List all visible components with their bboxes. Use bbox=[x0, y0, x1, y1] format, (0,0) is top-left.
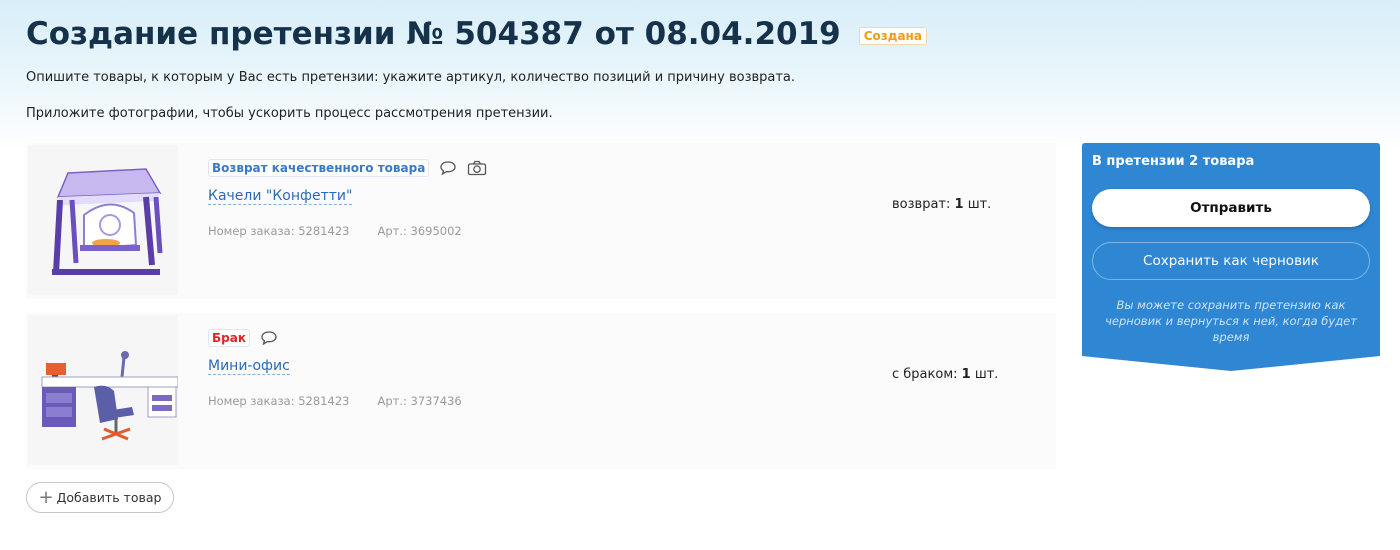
item-tags: Брак bbox=[208, 329, 278, 347]
article-number: Арт.: 3695002 bbox=[377, 224, 462, 238]
camera-icon[interactable] bbox=[467, 160, 487, 176]
instruction-text: Опишите товары, к которым у Вас есть пре… bbox=[26, 70, 796, 85]
save-draft-button[interactable]: Сохранить как черновик bbox=[1092, 242, 1370, 280]
product-image-office bbox=[28, 315, 178, 465]
draft-note: Вы можете сохранить претензию как чернов… bbox=[1105, 298, 1357, 344]
article-number: Арт.: 3737436 bbox=[377, 394, 462, 408]
add-item-button[interactable]: + Добавить товар bbox=[26, 482, 174, 513]
claim-item: Брак Мини-офис Номер заказа: 5281423 Арт… bbox=[26, 313, 1056, 469]
quantity-unit: шт. bbox=[974, 367, 999, 382]
page-title: Создание претензии № 504387 от 08.04.201… bbox=[26, 16, 841, 52]
add-item-label: Добавить товар bbox=[56, 490, 162, 505]
item-tags: Возврат качественного товара bbox=[208, 159, 487, 177]
item-meta: Номер заказа: 5281423 Арт.: 3695002 bbox=[208, 224, 462, 238]
status-badge: Создана bbox=[858, 27, 927, 45]
comment-icon[interactable] bbox=[439, 160, 457, 176]
item-meta: Номер заказа: 5281423 Арт.: 3737436 bbox=[208, 394, 462, 408]
quantity-info: возврат: 1 шт. bbox=[892, 197, 991, 212]
comment-icon[interactable] bbox=[260, 330, 278, 346]
quantity-label: с браком: bbox=[892, 367, 958, 382]
reason-badge: Брак bbox=[208, 329, 250, 347]
quantity-label: возврат: bbox=[892, 197, 951, 212]
quantity-value: 1 bbox=[961, 367, 971, 382]
plus-icon: + bbox=[38, 486, 54, 508]
quantity-value: 1 bbox=[954, 197, 964, 212]
quantity-info: с браком: 1 шт. bbox=[892, 367, 998, 382]
claim-summary-panel: В претензии 2 товара Отправить Сохранить… bbox=[1082, 143, 1380, 371]
product-link[interactable]: Мини-офис bbox=[208, 358, 290, 375]
product-image-swing bbox=[28, 145, 178, 295]
photo-hint-text: Приложите фотографии, чтобы ускорить про… bbox=[26, 106, 553, 121]
reason-badge: Возврат качественного товара bbox=[208, 159, 430, 177]
order-number: Номер заказа: 5281423 bbox=[208, 224, 350, 238]
claim-item: Возврат качественного товара Качели "Кон… bbox=[26, 143, 1056, 299]
panel-title: В претензии 2 товара bbox=[1092, 154, 1255, 169]
send-button[interactable]: Отправить bbox=[1092, 189, 1370, 227]
order-number: Номер заказа: 5281423 bbox=[208, 394, 350, 408]
product-link[interactable]: Качели "Конфетти" bbox=[208, 188, 353, 205]
quantity-unit: шт. bbox=[967, 197, 992, 212]
header: Создание претензии № 504387 от 08.04.201… bbox=[26, 16, 927, 52]
